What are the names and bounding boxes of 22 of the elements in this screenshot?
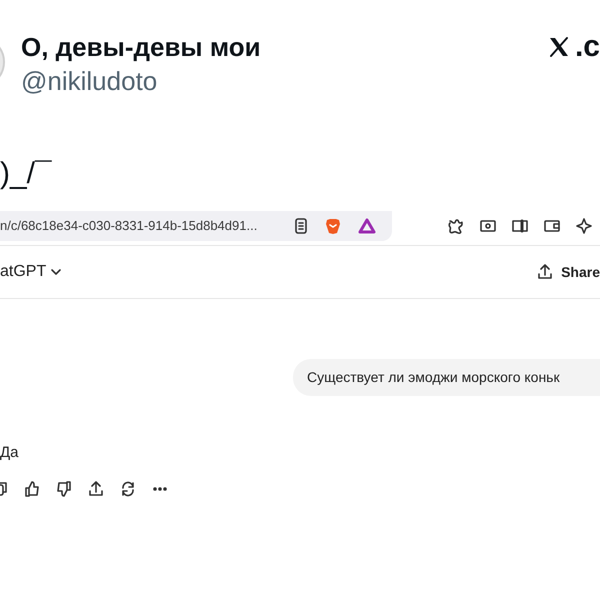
thumbs-up-icon[interactable] bbox=[24, 480, 40, 496]
wallet-icon[interactable] bbox=[544, 219, 560, 233]
camera-icon[interactable] bbox=[480, 219, 496, 233]
tweet-text: )_/¯ bbox=[0, 156, 53, 192]
share-icon bbox=[537, 264, 554, 280]
author-handle: @nikiludoto bbox=[21, 65, 158, 98]
triangle-icon[interactable] bbox=[358, 218, 376, 234]
thumbs-down-icon[interactable] bbox=[56, 480, 72, 496]
user-message: Существует ли эмоджи морского коньк bbox=[293, 359, 600, 396]
regenerate-icon[interactable] bbox=[120, 480, 136, 496]
reader-icon[interactable] bbox=[294, 218, 308, 234]
more-icon[interactable] bbox=[152, 486, 168, 492]
author-name: О, девы-девы мои bbox=[21, 31, 261, 64]
sidebar-icon[interactable] bbox=[512, 219, 528, 233]
url-text: n/c/68c18e34-c030-8331-914b-15d8b4d91... bbox=[0, 217, 258, 236]
site-name: .c bbox=[574, 30, 600, 64]
share-icon[interactable] bbox=[88, 480, 104, 496]
assistant-message: Да bbox=[0, 443, 20, 463]
model-selector[interactable]: atGPT bbox=[0, 260, 62, 284]
sparkle-icon[interactable] bbox=[576, 218, 592, 234]
share-button[interactable]: Share bbox=[537, 262, 600, 282]
chevron-down-icon bbox=[50, 267, 62, 277]
